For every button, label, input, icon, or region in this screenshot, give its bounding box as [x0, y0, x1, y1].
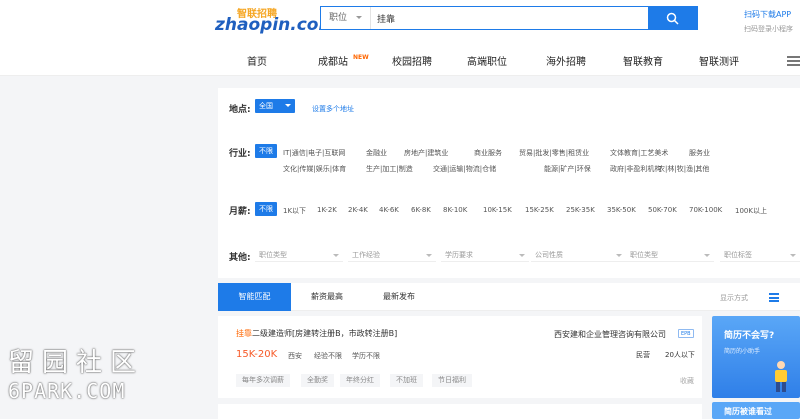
salary-option[interactable]: 70K-100K [689, 206, 722, 214]
person-illustration-icon [775, 361, 787, 392]
experience-select[interactable]: 工作经验 [348, 248, 436, 262]
search-icon [666, 12, 679, 25]
nav-item-senior[interactable]: 高端职位 [467, 53, 507, 68]
company-size: 20人以下 [665, 351, 695, 359]
industry-option[interactable]: 交通|运输|物流|仓储 [433, 164, 496, 174]
nav-item-home[interactable]: 首页 [247, 53, 267, 68]
industry-option[interactable]: 文化|传媒|娱乐|体育 [283, 164, 346, 174]
promo2-title: 简历被谁看过 [724, 407, 772, 416]
salary-option[interactable]: 10K-15K [483, 206, 512, 214]
salary-option[interactable]: 100K以上 [735, 206, 767, 216]
location-value: 全国 [259, 102, 273, 110]
industry-option[interactable]: 房地产|建筑业 [404, 148, 448, 158]
industry-unlimited[interactable]: 不限 [255, 144, 277, 158]
nav-item-chengdu[interactable]: 成都站 [318, 53, 348, 68]
app-sub-link[interactable]: 扫码登录小程序 [744, 24, 793, 34]
industry-option[interactable]: 生产|加工|制造 [366, 164, 413, 174]
company-type: 民营 [636, 351, 650, 359]
nav-item-overseas[interactable]: 海外招聘 [546, 53, 586, 68]
salary-option[interactable]: 2K-4K [348, 206, 368, 214]
industry-label: 行业: [229, 149, 251, 159]
salary-option[interactable]: 4K-6K [379, 206, 399, 214]
industry-option[interactable]: 金融业 [366, 148, 387, 158]
search-input[interactable] [377, 9, 637, 27]
tab-highest-salary[interactable]: 薪资最高 [311, 283, 343, 311]
tab-latest[interactable]: 最新发布 [383, 283, 415, 311]
job-tag-select[interactable]: 职位标签 [720, 248, 800, 262]
company-badge: EPB [678, 329, 694, 338]
position-type-select[interactable]: 职位类型 [626, 248, 714, 262]
salary-unlimited[interactable]: 不限 [255, 202, 277, 216]
nav-item-education[interactable]: 智联教育 [623, 53, 663, 68]
salary-option[interactable]: 50K-70K [648, 206, 677, 214]
top-bar: 智联招聘 zhaopin.com 职位 扫码下载APP 扫码登录小程序 [0, 0, 800, 44]
location-select[interactable]: 全国 [255, 99, 295, 113]
welfare-tag: 全勤奖 [301, 374, 334, 387]
job-title[interactable]: 挂靠二级建造师[房建转注册B，市政转注册B] [236, 328, 397, 339]
salary-label: 月薪: [229, 207, 251, 217]
salary-option[interactable]: 1K以下 [283, 206, 306, 216]
salary-option[interactable]: 35K-50K [607, 206, 636, 214]
job-card[interactable]: 挂靠二级建造师[房建转注册B，市政转注册B] 15K-20K 西安 经验不限 学… [218, 316, 702, 398]
chevron-down-icon [285, 104, 291, 110]
search-category-select[interactable]: 职位 [321, 7, 371, 29]
result-tabs: 智能匹配 薪资最高 最新发布 显示方式 [218, 283, 800, 311]
education-select[interactable]: 学历要求 [441, 248, 529, 262]
watermark-en: 6PARK.COM [8, 379, 126, 403]
watermark: 留园社区 6PARK.COM [8, 342, 144, 403]
resume-viewed-banner[interactable]: 简历被谁看过 [712, 402, 800, 419]
location-more-link[interactable]: 设置多个地址 [312, 104, 354, 114]
welfare-tag: 节日福利 [432, 374, 472, 387]
industry-option[interactable]: 能源|矿产|环保 [544, 164, 591, 174]
nav-item-assessment[interactable]: 智联测评 [699, 53, 739, 68]
list-view-icon[interactable] [769, 293, 779, 302]
main-nav: 首页 成都站 NEW 校园招聘 高端职位 海外招聘 智联教育 智联测评 [0, 44, 800, 76]
display-mode-label: 显示方式 [720, 294, 748, 302]
industry-option[interactable]: 政府|非盈利机构 [610, 164, 661, 174]
job-type-select[interactable]: 职位类型 [255, 248, 343, 262]
menu-icon[interactable] [787, 56, 800, 66]
job-education: 学历不限 [352, 352, 380, 360]
industry-option[interactable]: 文体教育|工艺美术 [610, 148, 668, 158]
search-box: 职位 [320, 6, 698, 30]
filter-panel: 地点: 全国 设置多个地址 行业: 不限 IT|通信|电子|互联网 金融业 房地… [218, 88, 800, 278]
company-nature-select[interactable]: 公司性质 [531, 248, 626, 262]
salary-option[interactable]: 15K-25K [525, 206, 554, 214]
watermark-cn: 留园社区 [8, 348, 145, 378]
logo-en-text: zhaopin.com [215, 15, 337, 35]
salary-option[interactable]: 25K-35K [566, 206, 595, 214]
industry-option[interactable]: 商业服务 [474, 148, 502, 158]
job-experience: 经验不限 [314, 352, 342, 360]
nav-item-campus[interactable]: 校园招聘 [392, 53, 432, 68]
location-label: 地点: [229, 105, 251, 115]
welfare-tag: 每年多次调薪 [236, 374, 290, 387]
company-name[interactable]: 西安建和企业管理咨询有限公司 [554, 329, 666, 340]
tab-smart-match[interactable]: 智能匹配 [218, 283, 291, 311]
promo-subtitle: 简历的小助手 [724, 348, 761, 355]
industry-option[interactable]: 农|林|牧|渔|其他 [658, 164, 709, 174]
new-badge: NEW [353, 54, 369, 61]
resume-promo-banner[interactable]: 简历不会写? 简历的小助手 [712, 316, 800, 398]
other-label: 其他: [229, 253, 251, 263]
industry-option[interactable]: 服务业 [689, 148, 710, 158]
industry-option[interactable]: 贸易|批发|零售|租赁业 [519, 148, 589, 158]
welfare-tag: 年终分红 [340, 374, 380, 387]
job-city: 西安 [288, 352, 302, 360]
job-card-next[interactable] [218, 404, 702, 419]
welfare-tag: 不加班 [390, 374, 423, 387]
app-download-link[interactable]: 扫码下载APP [744, 9, 791, 20]
job-title-rest: 二级建造师[房建转注册B，市政转注册B] [252, 329, 398, 338]
industry-option[interactable]: IT|通信|电子|互联网 [283, 148, 345, 158]
job-title-highlight: 挂靠 [236, 329, 252, 338]
salary-option[interactable]: 8K-10K [443, 206, 467, 214]
promo-title: 简历不会写? [724, 331, 775, 341]
job-salary: 15K-20K [236, 349, 278, 360]
favorite-button[interactable]: 收藏 [680, 376, 694, 386]
salary-option[interactable]: 6K-8K [411, 206, 431, 214]
salary-option[interactable]: 1K-2K [317, 206, 337, 214]
search-button[interactable] [648, 6, 698, 30]
